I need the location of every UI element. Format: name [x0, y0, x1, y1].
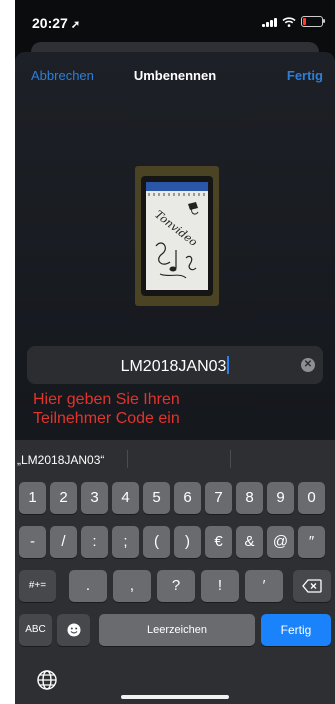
- instruction-text: Hier geben Sie Ihren Teilnehmer Code ein: [33, 390, 253, 428]
- key-apostrophe[interactable]: ′: [245, 570, 283, 602]
- file-name-value: LM2018JAN03: [27, 356, 323, 376]
- key-9[interactable]: 9: [267, 482, 294, 514]
- home-indicator[interactable]: [121, 695, 229, 699]
- space-key[interactable]: Leerzeichen: [99, 614, 255, 646]
- key-ampersand[interactable]: &: [236, 526, 263, 558]
- key-0[interactable]: 0: [298, 482, 325, 514]
- suggestion-item[interactable]: „LM2018JAN03“: [17, 453, 104, 467]
- key-6[interactable]: 6: [174, 482, 201, 514]
- instruction-line-2: Teilnehmer Code ein: [33, 410, 180, 427]
- key-quote[interactable]: ″: [298, 526, 325, 558]
- key-1[interactable]: 1: [19, 482, 46, 514]
- system-icons: [262, 16, 325, 27]
- suggestion-divider: [127, 450, 128, 468]
- return-key[interactable]: Fertig: [261, 614, 331, 646]
- key-euro[interactable]: €: [205, 526, 232, 558]
- rename-sheet: Abbrechen Umbenennen Fertig Tonvideo LM2…: [15, 52, 335, 472]
- nav-bar: Abbrechen Umbenennen Fertig: [15, 52, 335, 98]
- emoji-icon: [67, 623, 80, 637]
- suggestion-bar: „LM2018JAN03“: [15, 440, 335, 476]
- battery-icon: [301, 16, 325, 27]
- done-button[interactable]: Fertig: [287, 68, 323, 83]
- text-caret: [227, 356, 230, 374]
- key-7[interactable]: 7: [205, 482, 232, 514]
- keyboard: „LM2018JAN03“ 1 2 3 4 5 6 7 8 9 0 - / : …: [15, 440, 335, 704]
- key-period[interactable]: .: [69, 570, 107, 602]
- key-exclamation[interactable]: !: [201, 570, 239, 602]
- wifi-icon: [282, 16, 296, 27]
- phone-screen: 20:27 ➚ Abbrechen Umbenennen Fertig Tonvi…: [15, 0, 335, 704]
- key-3[interactable]: 3: [81, 482, 108, 514]
- key-8[interactable]: 8: [236, 482, 263, 514]
- key-4[interactable]: 4: [112, 482, 139, 514]
- status-time: 20:27 ➚: [32, 15, 80, 31]
- app-toolbar: [146, 182, 208, 191]
- tablet-photo: Tonvideo: [141, 176, 213, 296]
- delete-icon: [302, 579, 322, 593]
- abc-key[interactable]: ABC: [19, 614, 52, 646]
- key-more-symbols[interactable]: #+=: [19, 570, 56, 602]
- handwriting-drawing: Tonvideo: [152, 202, 200, 279]
- emoji-key[interactable]: [57, 614, 90, 646]
- key-comma[interactable]: ,: [113, 570, 151, 602]
- key-5[interactable]: 5: [143, 482, 170, 514]
- image-thumbnail: Tonvideo: [135, 166, 219, 306]
- key-hyphen[interactable]: -: [19, 526, 46, 558]
- key-question[interactable]: ?: [157, 570, 195, 602]
- instruction-line-1: Hier geben Sie Ihren: [33, 391, 180, 408]
- key-close-paren[interactable]: ): [174, 526, 201, 558]
- file-name-input[interactable]: LM2018JAN03 ✕: [27, 346, 323, 384]
- key-2[interactable]: 2: [50, 482, 77, 514]
- key-slash[interactable]: /: [50, 526, 77, 558]
- key-colon[interactable]: :: [81, 526, 108, 558]
- clear-text-icon[interactable]: ✕: [301, 358, 315, 372]
- location-arrow-icon: ➚: [70, 19, 81, 31]
- key-semicolon[interactable]: ;: [112, 526, 139, 558]
- file-name-text: LM2018JAN03: [120, 358, 227, 375]
- status-bar: 20:27 ➚: [15, 0, 335, 40]
- globe-icon[interactable]: [35, 668, 59, 692]
- time-label: 20:27: [32, 15, 68, 31]
- signal-icon: [262, 17, 277, 27]
- delete-key[interactable]: [293, 570, 331, 602]
- suggestion-divider: [230, 450, 231, 468]
- key-open-paren[interactable]: (: [143, 526, 170, 558]
- tablet-screen: Tonvideo: [146, 182, 208, 290]
- key-at[interactable]: @: [267, 526, 294, 558]
